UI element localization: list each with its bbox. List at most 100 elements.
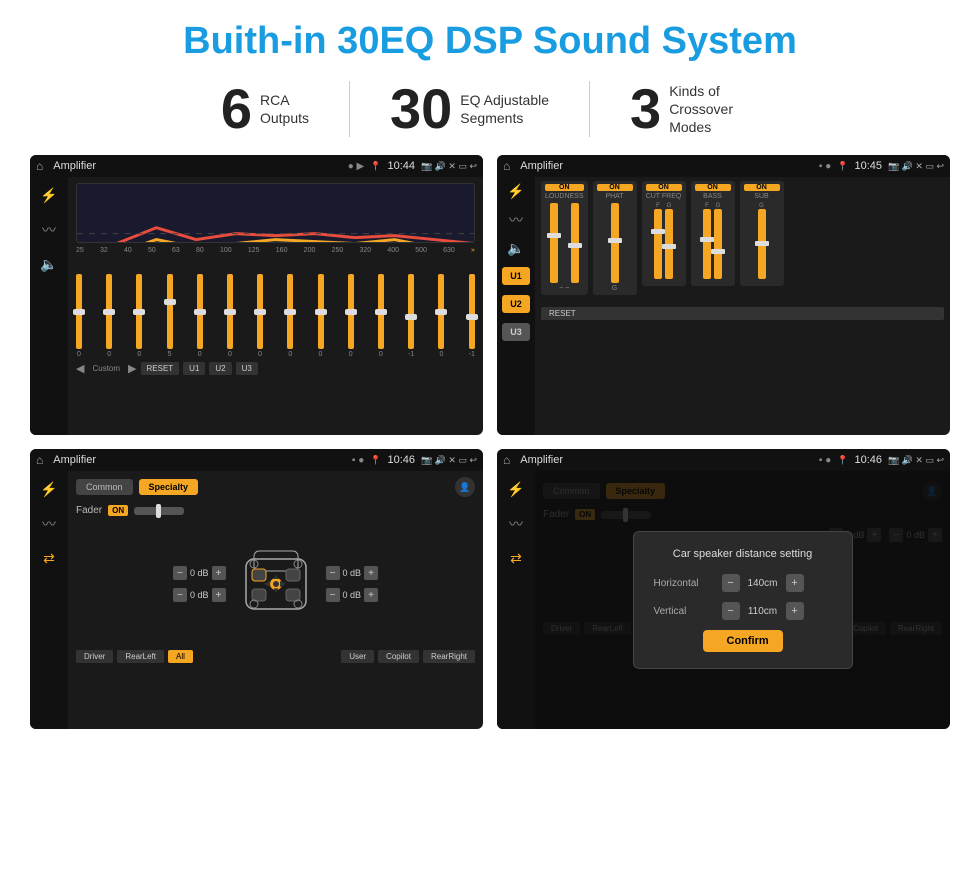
- fader-filter-icon[interactable]: ⚡: [40, 481, 57, 498]
- eq-more-icon[interactable]: »: [471, 247, 475, 254]
- ctrl-cutfreq-label: CUT FREQ: [646, 193, 682, 200]
- modal-horizontal-row: Horizontal − 140cm +: [654, 574, 832, 592]
- db-plus-rr[interactable]: +: [364, 588, 378, 602]
- fader-slider-thumb[interactable]: [156, 504, 161, 518]
- db-val-fr: 0 dB: [343, 568, 362, 578]
- eq-slider-1[interactable]: 0: [76, 274, 82, 358]
- eq-slider-5[interactable]: 0: [197, 274, 203, 358]
- fader-home-icon[interactable]: ⌂: [36, 453, 43, 467]
- distance-status-bar: ⌂ Amplifier ▪ ● 📍 10:46 📷 🔊 ✕ ▭ ↩: [497, 449, 950, 471]
- stat-eq: 30 EQ Adjustable Segments: [350, 81, 590, 137]
- eq-filter-icon[interactable]: ⚡: [40, 187, 57, 204]
- ctrl-loudness-on[interactable]: ON: [545, 184, 584, 191]
- modal-vertical-val: 110cm: [744, 606, 782, 617]
- ctrl-cutfreq-on[interactable]: ON: [646, 184, 682, 191]
- fader-slider[interactable]: [134, 507, 184, 515]
- eq-wave-icon[interactable]: 〰: [42, 220, 56, 240]
- crossover-dots: ▪ ●: [819, 161, 831, 172]
- distance-filter-icon[interactable]: ⚡: [507, 481, 524, 498]
- eq-u2-btn[interactable]: U2: [209, 362, 231, 375]
- modal-title: Car speaker distance setting: [654, 548, 832, 560]
- fader-rearright-btn[interactable]: RearRight: [423, 650, 475, 663]
- crossover-filter-icon[interactable]: ⚡: [507, 183, 524, 200]
- db-minus-rl[interactable]: −: [173, 588, 187, 602]
- crossover-wave-icon[interactable]: 〰: [509, 210, 523, 230]
- fader-wave-icon[interactable]: 〰: [42, 514, 56, 534]
- fader-status-icons: 📷 🔊 ✕ ▭ ↩: [421, 455, 477, 466]
- fader-screen: ⌂ Amplifier ▪ ● 📍 10:46 📷 🔊 ✕ ▭ ↩ ⚡ 〰 ⇄ …: [30, 449, 483, 729]
- eq-slider-6[interactable]: 0: [227, 274, 233, 358]
- stat-crossover-number: 3: [630, 81, 661, 137]
- fader-tab-common[interactable]: Common: [76, 479, 133, 495]
- eq-u3-btn[interactable]: U3: [236, 362, 258, 375]
- stat-rca: 6 RCA Outputs: [181, 81, 350, 137]
- eq-slider-3[interactable]: 0: [136, 274, 142, 358]
- eq-slider-12[interactable]: -1: [408, 274, 414, 358]
- stat-eq-number: 30: [390, 81, 452, 137]
- crossover-title: Amplifier: [520, 160, 813, 172]
- crossover-reset-btn[interactable]: RESET: [541, 307, 944, 320]
- fader-tab-specialty[interactable]: Specialty: [139, 479, 199, 495]
- eq-status-icons: 📷 🔊 ✕ ▭ ↩: [421, 161, 477, 172]
- eq-slider-13[interactable]: 0: [438, 274, 444, 358]
- fader-arrows-icon[interactable]: ⇄: [43, 550, 55, 567]
- fader-copilot-btn[interactable]: Copilot: [378, 650, 419, 663]
- eq-u1-btn[interactable]: U1: [183, 362, 205, 375]
- svg-text:▶: ▶: [280, 579, 287, 588]
- eq-slider-10[interactable]: 0: [348, 274, 354, 358]
- crossover-speaker-icon[interactable]: 🔈: [507, 240, 524, 257]
- eq-home-icon[interactable]: ⌂: [36, 159, 43, 173]
- crossover-u3-btn[interactable]: U3: [502, 323, 530, 341]
- modal-horizontal-ctrl: − 140cm +: [722, 574, 804, 592]
- eq-speaker-icon[interactable]: 🔈: [40, 256, 57, 273]
- eq-slider-11[interactable]: 0: [378, 274, 384, 358]
- distance-dots: ▪ ●: [819, 455, 831, 466]
- fader-rearleft-btn[interactable]: RearLeft: [117, 650, 164, 663]
- fader-main: Common Specialty 👤 Fader ON: [68, 471, 483, 729]
- ctrl-sub-on[interactable]: ON: [744, 184, 780, 191]
- fader-on-badge[interactable]: ON: [108, 505, 128, 516]
- ctrl-bass-on[interactable]: ON: [695, 184, 731, 191]
- eq-slider-2[interactable]: 0: [106, 274, 112, 358]
- eq-freq-500: 500: [415, 247, 427, 254]
- eq-freq-labels: 25 32 40 50 63 80 100 125 160 200 250 32…: [76, 247, 475, 254]
- eq-freq-160: 160: [276, 247, 288, 254]
- db-minus-rr[interactable]: −: [326, 588, 340, 602]
- distance-home-icon[interactable]: ⌂: [503, 453, 510, 467]
- eq-slider-9[interactable]: 0: [318, 274, 324, 358]
- modal-vertical-minus[interactable]: −: [722, 602, 740, 620]
- confirm-button[interactable]: Confirm: [703, 630, 783, 652]
- modal-horizontal-minus[interactable]: −: [722, 574, 740, 592]
- crossover-u1-btn[interactable]: U1: [502, 267, 530, 285]
- db-plus-fr[interactable]: +: [364, 566, 378, 580]
- distance-arrows-icon[interactable]: ⇄: [510, 550, 522, 567]
- distance-location-icon: 📍: [837, 455, 848, 466]
- eq-slider-4[interactable]: 5: [167, 274, 173, 358]
- ctrl-loudness-label: LOUDNESS: [545, 193, 584, 200]
- db-minus-fr[interactable]: −: [326, 566, 340, 580]
- eq-slider-14[interactable]: -1: [469, 274, 475, 358]
- fader-all-btn[interactable]: All: [168, 650, 193, 663]
- db-plus-rl[interactable]: +: [212, 588, 226, 602]
- fader-user-btn[interactable]: User: [341, 650, 374, 663]
- eq-slider-8[interactable]: 0: [287, 274, 293, 358]
- crossover-home-icon[interactable]: ⌂: [503, 159, 510, 173]
- crossover-location-icon: 📍: [837, 161, 848, 172]
- eq-freq-320: 320: [359, 247, 371, 254]
- svg-text:▼: ▼: [272, 586, 280, 595]
- eq-prev-icon[interactable]: ◀: [76, 362, 84, 375]
- modal-vertical-plus[interactable]: +: [786, 602, 804, 620]
- ctrl-phat-on[interactable]: ON: [597, 184, 633, 191]
- eq-next-icon[interactable]: ▶: [128, 362, 136, 375]
- fader-person-icon[interactable]: 👤: [455, 477, 475, 497]
- screens-grid: ⌂ Amplifier ● ▶ 📍 10:44 📷 🔊 ✕ ▭ ↩ ⚡ 〰 🔈: [30, 155, 950, 729]
- fader-driver-btn[interactable]: Driver: [76, 650, 113, 663]
- eq-slider-7[interactable]: 0: [257, 274, 263, 358]
- crossover-u2-btn[interactable]: U2: [502, 295, 530, 313]
- modal-horizontal-plus[interactable]: +: [786, 574, 804, 592]
- modal-vertical-ctrl: − 110cm +: [722, 602, 804, 620]
- db-minus-fl[interactable]: −: [173, 566, 187, 580]
- db-plus-fl[interactable]: +: [212, 566, 226, 580]
- eq-reset-btn[interactable]: RESET: [141, 362, 180, 375]
- distance-wave-icon[interactable]: 〰: [509, 514, 523, 534]
